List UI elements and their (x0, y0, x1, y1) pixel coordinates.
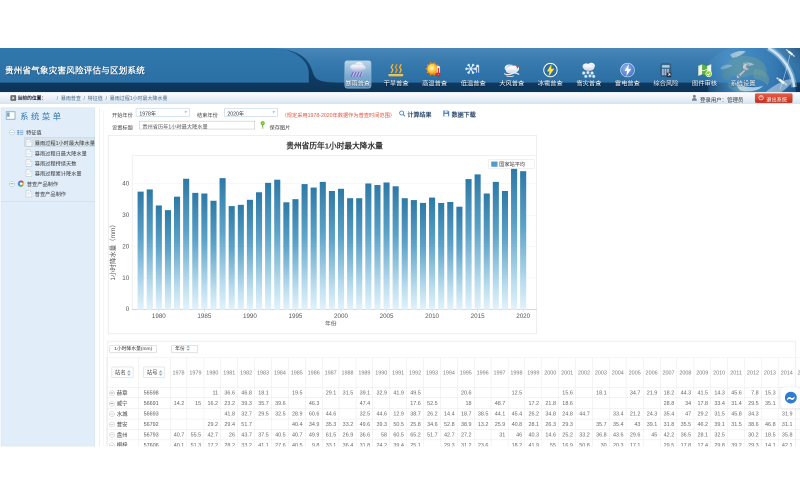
svg-text:年份: 年份 (325, 320, 337, 328)
svg-text:40: 40 (122, 181, 129, 188)
svg-text:2000: 2000 (334, 313, 348, 320)
svg-text:30: 30 (122, 212, 129, 219)
svg-text:2010: 2010 (425, 313, 439, 320)
svg-text:20: 20 (122, 244, 129, 251)
svg-text:10: 10 (122, 275, 129, 282)
svg-text:2015: 2015 (471, 313, 485, 320)
svg-text:0: 0 (126, 306, 130, 313)
svg-text:1985: 1985 (197, 313, 211, 320)
svg-text:2020: 2020 (516, 313, 530, 320)
svg-text:国家站平均: 国家站平均 (499, 160, 525, 168)
svg-text:1980: 1980 (152, 313, 166, 320)
svg-text:1990: 1990 (243, 313, 257, 320)
svg-text:1995: 1995 (288, 313, 302, 320)
svg-text:贵州省历年1小时最大降水量: 贵州省历年1小时最大降水量 (286, 141, 383, 151)
svg-text:2005: 2005 (379, 313, 393, 320)
